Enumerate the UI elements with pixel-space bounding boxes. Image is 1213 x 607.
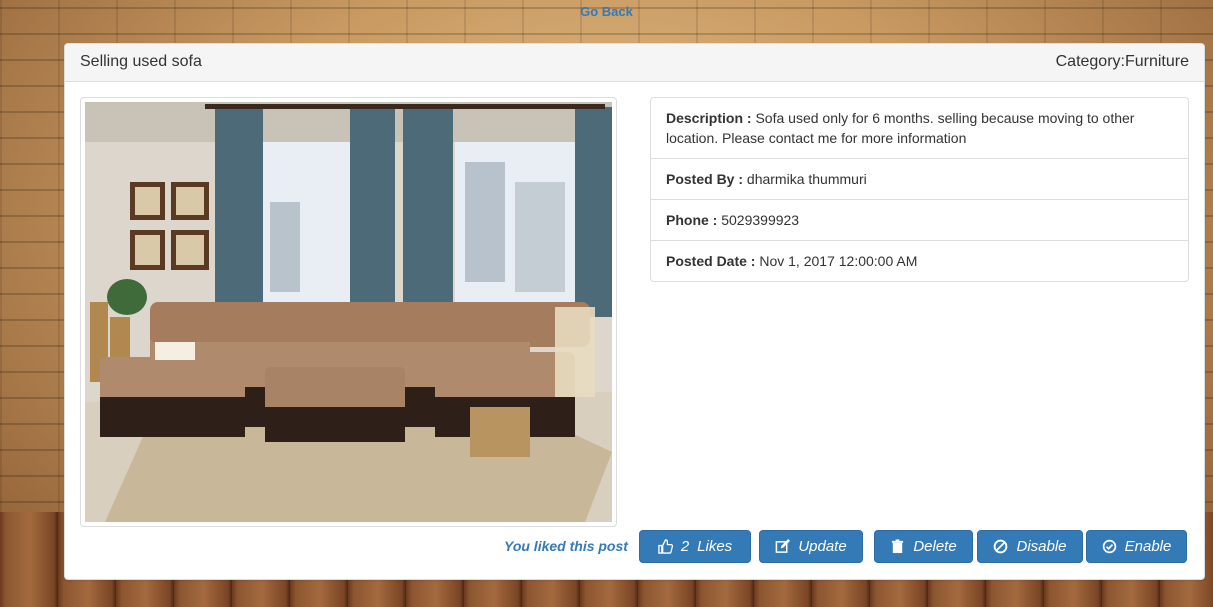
disable-label: Disable xyxy=(1016,538,1067,555)
posted-by-row: Posted By : dharmika thummuri xyxy=(651,159,1188,200)
liked-status-text: You liked this post xyxy=(504,538,628,554)
go-back-link[interactable]: Go Back xyxy=(0,4,1213,19)
delete-button[interactable]: Delete xyxy=(874,530,973,563)
delete-label: Delete xyxy=(913,538,957,555)
trash-icon xyxy=(892,539,904,554)
phone-label: Phone : xyxy=(666,212,722,228)
post-details-list: Description : Sofa used only for 6 month… xyxy=(650,97,1189,282)
phone-value: 5029399923 xyxy=(721,212,800,228)
posted-by-label: Posted By : xyxy=(666,171,747,187)
description-label: Description : xyxy=(666,110,756,126)
disable-button[interactable]: Disable xyxy=(977,530,1083,563)
posted-date-label: Posted Date : xyxy=(666,253,760,269)
update-button[interactable]: Update xyxy=(759,530,863,563)
likes-label: Likes xyxy=(697,538,733,555)
post-category: Category:Furniture xyxy=(1055,53,1189,70)
likes-count: 2 xyxy=(680,538,690,555)
enable-button[interactable]: Enable xyxy=(1086,530,1187,563)
update-label: Update xyxy=(798,538,847,555)
posted-by-value: dharmika thummuri xyxy=(746,171,867,187)
ban-icon xyxy=(994,539,1008,554)
panel-header: Selling used sofa Category:Furniture xyxy=(65,44,1204,82)
likes-button[interactable]: 2 Likes xyxy=(639,530,751,563)
post-title: Selling used sofa xyxy=(80,53,202,70)
phone-row: Phone : 5029399923 xyxy=(651,200,1188,241)
enable-label: Enable xyxy=(1124,538,1172,555)
posted-date-row: Posted Date : Nov 1, 2017 12:00:00 AM xyxy=(651,241,1188,281)
sofa-photo xyxy=(85,102,612,522)
check-circle-icon xyxy=(1102,539,1116,554)
post-panel: Selling used sofa Category:Furniture Des… xyxy=(64,43,1205,580)
edit-icon xyxy=(775,539,791,553)
description-row: Description : Sofa used only for 6 month… xyxy=(651,98,1188,159)
post-image xyxy=(80,97,617,527)
thumbs-up-icon xyxy=(658,539,673,554)
posted-date-value: Nov 1, 2017 12:00:00 AM xyxy=(759,253,918,269)
